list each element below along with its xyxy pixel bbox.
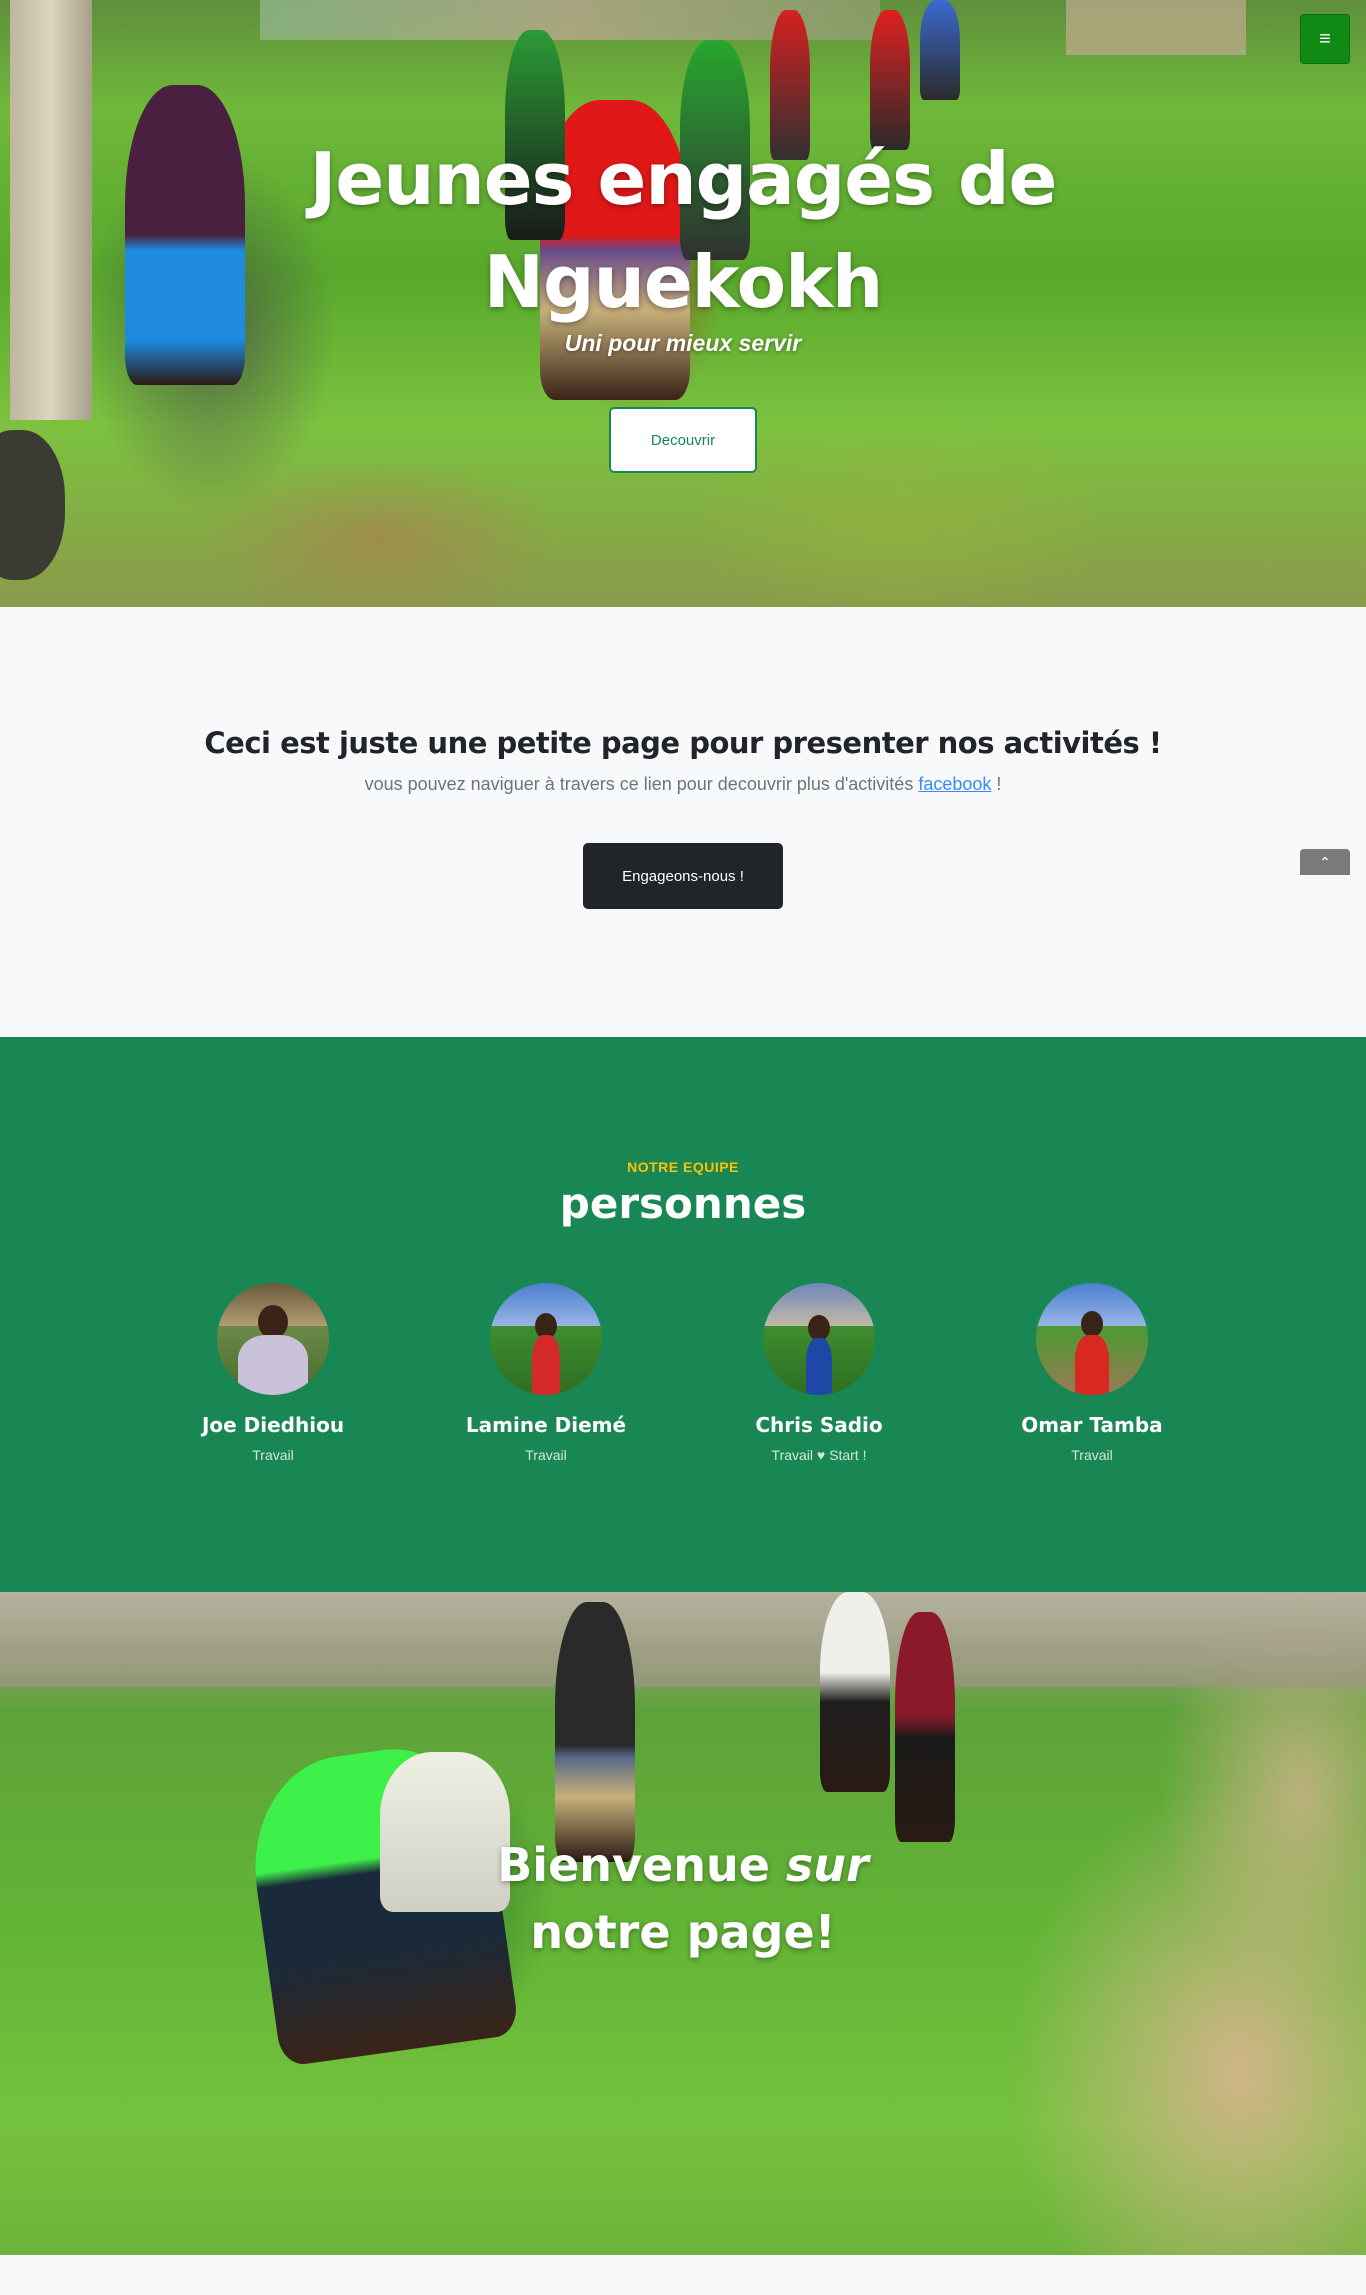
team-member-role: Travail	[1071, 1447, 1113, 1463]
menu-toggle-button[interactable]: ≡	[1300, 14, 1350, 64]
welcome-title-emphasis: sur	[785, 1838, 869, 1892]
welcome-figure	[895, 1612, 955, 1842]
page-footer-strip	[0, 2255, 1366, 2295]
avatar	[217, 1283, 329, 1395]
intro-heading: Ceci est juste une petite page pour pres…	[204, 726, 1162, 760]
team-member-name: Omar Tamba	[1021, 1413, 1163, 1437]
avatar-shirt	[806, 1338, 832, 1395]
team-member-card: Omar Tamba Travail	[982, 1283, 1202, 1463]
team-member-role: Travail ♥ Start !	[771, 1447, 867, 1463]
team-eyebrow: NOTRE EQUIPE	[627, 1159, 739, 1175]
hero-section: Jeunes engagés de Nguekokh Uni pour mieu…	[0, 0, 1366, 607]
avatar-shirt	[238, 1335, 308, 1395]
team-member-role: Travail	[525, 1447, 567, 1463]
team-member-card: Chris Sadio Travail ♥ Start !	[709, 1283, 929, 1463]
avatar	[763, 1283, 875, 1395]
team-member-name: Chris Sadio	[755, 1413, 883, 1437]
team-member-name: Joe Diedhiou	[201, 1413, 345, 1437]
avatar-shirt	[532, 1335, 560, 1395]
hero-title: Jeunes engagés de Nguekokh	[309, 137, 1058, 324]
intro-text-before: vous pouvez naviguer à travers ce lien p…	[364, 774, 919, 794]
team-title: personnes	[559, 1179, 807, 1228]
welcome-section: Bienvenue sur notre page!	[0, 1592, 1366, 2255]
team-member-card: Joe Diedhiou Travail	[163, 1283, 383, 1463]
discover-button[interactable]: Decouvrir	[609, 407, 757, 473]
intro-text-after: !	[991, 774, 1002, 794]
avatar-head	[258, 1305, 288, 1339]
team-member-role: Travail	[252, 1447, 294, 1463]
facebook-link[interactable]: facebook	[918, 774, 991, 794]
avatar	[1036, 1283, 1148, 1395]
hero-content: Jeunes engagés de Nguekokh Uni pour mieu…	[0, 0, 1366, 607]
scroll-to-top-button[interactable]: ⌃	[1300, 849, 1350, 875]
welcome-title-part2: notre page!	[530, 1905, 836, 1959]
welcome-figure	[555, 1602, 635, 1862]
hero-subtitle: Uni pour mieux servir	[564, 330, 802, 356]
intro-text: vous pouvez naviguer à travers ce lien p…	[0, 774, 1366, 795]
welcome-background-wall	[0, 1592, 1366, 1687]
team-member-name: Lamine Diemé	[465, 1413, 627, 1437]
welcome-title: Bienvenue sur notre page!	[483, 1832, 883, 1966]
welcome-title-part1: Bienvenue	[497, 1838, 786, 1892]
intro-section: Ceci est juste une petite page pour pres…	[0, 607, 1366, 1037]
team-members: Joe Diedhiou Travail Lamine Diemé Travai…	[0, 1283, 1366, 1503]
chevron-up-icon: ⌃	[1319, 853, 1331, 870]
avatar-shirt	[1075, 1335, 1109, 1395]
welcome-figure	[820, 1592, 890, 1792]
hamburger-icon: ≡	[1319, 27, 1331, 50]
team-section: NOTRE EQUIPE personnes Joe Diedhiou Trav…	[0, 1037, 1366, 1592]
avatar-head	[1081, 1311, 1103, 1337]
avatar	[490, 1283, 602, 1395]
engage-button[interactable]: Engageons-nous !	[583, 843, 783, 909]
team-member-card: Lamine Diemé Travail	[436, 1283, 656, 1463]
